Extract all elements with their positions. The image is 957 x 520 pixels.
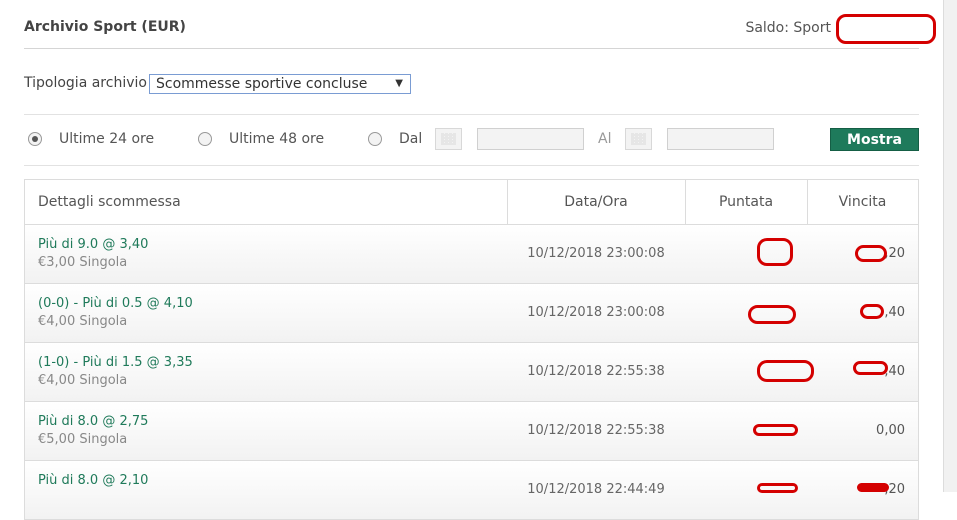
radio-date-range[interactable]: [368, 132, 382, 146]
dropdown-arrow-icon: ▼: [395, 78, 403, 89]
bet-description[interactable]: (0-0) - Più di 0.5 @ 4,10: [38, 296, 193, 311]
bet-description[interactable]: Più di 8.0 @ 2,10: [38, 473, 148, 488]
date-to-label: Al: [598, 131, 612, 147]
bet-description[interactable]: Più di 8.0 @ 2,75: [38, 414, 148, 429]
page-scrollbar[interactable]: [943, 0, 957, 492]
header-winnings: Vincita: [838, 194, 887, 210]
bet-winnings: 0,00: [876, 423, 905, 438]
bets-table: Dettagli scommessa Data/Ora Puntata Vinc…: [24, 179, 919, 520]
redaction-mark-stake: [748, 305, 796, 324]
bet-date: 10/12/2018 23:00:08: [527, 305, 665, 320]
redaction-mark-stake: [753, 424, 798, 436]
radio-last-48[interactable]: [198, 132, 212, 146]
bet-stake-type: €4,00 Singola: [38, 314, 128, 329]
archive-header: Archivio Sport (EUR) Saldo: Sport: [24, 0, 919, 49]
bet-stake-type: €3,00 Singola: [38, 255, 128, 270]
archive-type-selected: Scommesse sportive concluse: [156, 76, 368, 92]
bet-date: 10/12/2018 22:55:38: [527, 364, 665, 379]
redaction-mark-winnings: [855, 245, 887, 262]
bet-stake-type: €4,00 Singola: [38, 373, 128, 388]
calendar-to-icon[interactable]: [625, 128, 652, 150]
redaction-mark-stake: [757, 238, 793, 266]
header-stake: Puntata: [718, 194, 774, 210]
redaction-mark-winnings: [860, 304, 884, 319]
header-bet-details: Dettagli scommessa: [38, 194, 181, 210]
bet-description[interactable]: (1-0) - Più di 1.5 @ 3,35: [38, 355, 193, 370]
archive-type-row: Tipologia archivio Scommesse sportive co…: [24, 64, 919, 115]
table-header: Dettagli scommessa Data/Ora Puntata Vinc…: [25, 180, 918, 225]
archive-type-label: Tipologia archivio: [24, 75, 147, 91]
radio-last-24-label[interactable]: Ultime 24 ore: [59, 131, 154, 147]
page-title: Archivio Sport (EUR): [24, 19, 186, 35]
bet-date: 10/12/2018 23:00:08: [527, 246, 665, 261]
radio-date-range-label[interactable]: Dal: [399, 131, 422, 147]
date-from-input[interactable]: [477, 128, 584, 150]
calendar-from-icon[interactable]: [435, 128, 462, 150]
radio-last-48-label[interactable]: Ultime 48 ore: [229, 131, 324, 147]
bet-winnings: ,40: [884, 305, 905, 320]
bet-description[interactable]: Più di 9.0 @ 3,40: [38, 237, 148, 252]
bet-winnings: ,20: [884, 246, 905, 261]
redaction-mark-winnings: [857, 483, 889, 492]
date-filter-row: Ultime 24 ore Ultime 48 ore Dal Al Mostr…: [24, 115, 919, 166]
redaction-mark-saldo: [836, 14, 936, 44]
bet-date: 10/12/2018 22:44:49: [527, 482, 665, 497]
redaction-mark-winnings: [853, 361, 888, 375]
show-button[interactable]: Mostra: [830, 128, 919, 151]
radio-last-24[interactable]: [28, 132, 42, 146]
header-date-time: Data/Ora: [564, 194, 628, 210]
saldo-label: Saldo: Sport: [745, 20, 831, 36]
date-to-input[interactable]: [667, 128, 774, 150]
bet-date: 10/12/2018 22:55:38: [527, 423, 665, 438]
archive-type-select[interactable]: Scommesse sportive concluse ▼: [149, 74, 411, 94]
bet-stake-type: €5,00 Singola: [38, 432, 128, 447]
redaction-mark-stake: [757, 360, 814, 382]
